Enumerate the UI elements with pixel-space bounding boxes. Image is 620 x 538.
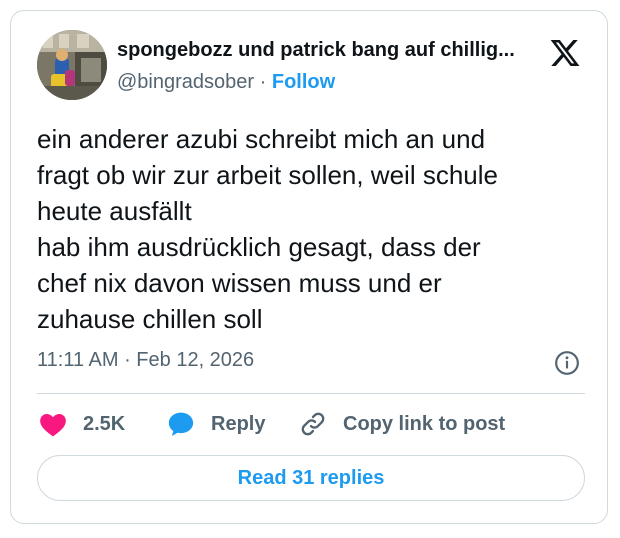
author-handle-row: @bingradsober · Follow (117, 71, 335, 94)
author-display-name[interactable]: spongebozz und patrick bang auf chillig.… (117, 39, 537, 62)
tweet-text: ein anderer azubi schreibt mich an und f… (37, 121, 593, 337)
handle-separator: · (259, 71, 267, 93)
tweet-timestamp[interactable]: 11:11 AM · Feb 12, 2026 (37, 349, 254, 372)
x-logo-icon[interactable] (548, 37, 582, 69)
reply-button[interactable]: Reply (167, 409, 265, 439)
follow-button[interactable]: Follow (272, 71, 335, 93)
tweet-line: heute ausfällt (37, 196, 192, 226)
info-icon[interactable] (554, 350, 580, 376)
author-handle[interactable]: @bingradsober (117, 71, 254, 93)
tweet-line: hab ihm ausdrücklich gesagt, dass der (37, 232, 481, 262)
copy-link-label: Copy link to post (343, 412, 506, 435)
tweet-line: fragt ob wir zur arbeit sollen, weil sch… (37, 160, 498, 190)
heart-icon (40, 413, 66, 437)
avatar[interactable] (37, 30, 107, 100)
reply-label: Reply (211, 412, 266, 435)
tweet-card: spongebozz und patrick bang auf chillig.… (10, 10, 608, 524)
like-count: 2.5K (83, 412, 126, 435)
copy-link-button[interactable]: Copy link to post (299, 409, 505, 439)
tweet-line: zuhause chillen soll (37, 304, 263, 334)
read-replies-button[interactable]: Read 31 replies (37, 455, 585, 501)
divider (37, 393, 585, 394)
avatar-image (37, 30, 107, 100)
speech-bubble-icon (168, 412, 194, 437)
tweet-line: ein anderer azubi schreibt mich an und (37, 124, 486, 154)
like-button[interactable]: 2.5K (39, 409, 125, 439)
tweet-line: chef nix davon wissen muss und er (37, 268, 442, 298)
link-icon (301, 412, 325, 436)
